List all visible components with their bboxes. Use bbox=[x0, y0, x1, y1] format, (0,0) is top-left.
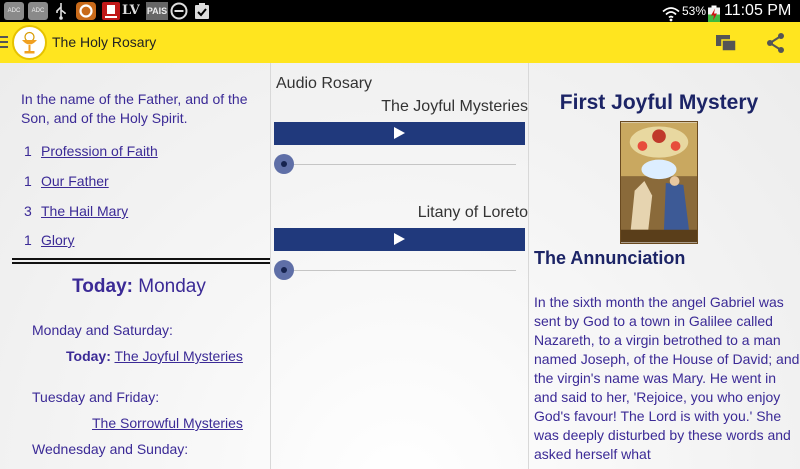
adc-notification-icon: ADC bbox=[4, 2, 24, 20]
prayer-item[interactable]: 1 Glory bbox=[24, 232, 74, 248]
prayer-item[interactable]: 3 The Hail Mary bbox=[24, 203, 128, 219]
schedule-days-label: Monday and Saturday: bbox=[32, 322, 173, 338]
play-button-joyful[interactable] bbox=[274, 122, 525, 145]
minus-circle-icon bbox=[170, 2, 188, 20]
prayers-panel: In the name of the Father, and of the So… bbox=[0, 63, 271, 469]
cast-screen-icon[interactable] bbox=[714, 31, 738, 55]
seek-thumb[interactable] bbox=[274, 260, 294, 280]
annunciation-painting bbox=[620, 121, 698, 244]
app-bar: The Holy Rosary bbox=[0, 22, 800, 63]
schedule-days-label: Tuesday and Friday: bbox=[32, 389, 160, 405]
track-title: The Joyful Mysteries bbox=[381, 98, 528, 115]
play-icon bbox=[394, 233, 405, 245]
sign-of-cross-text: In the name of the Father, and of the So… bbox=[21, 91, 248, 126]
audio-panel: Audio Rosary The Joyful Mysteries Litany… bbox=[271, 63, 528, 469]
schedule-mystery-line: The Sorrowful Mysteries bbox=[92, 415, 243, 431]
schedule-mystery-line: Today: The Joyful Mysteries bbox=[66, 348, 243, 364]
seek-track[interactable] bbox=[284, 164, 516, 165]
prayer-item[interactable]: 1 Our Father bbox=[24, 173, 109, 189]
sorrowful-mysteries-link[interactable]: The Sorrowful Mysteries bbox=[92, 415, 243, 431]
prayer-link-hail-mary[interactable]: The Hail Mary bbox=[41, 203, 128, 219]
a-circle-icon bbox=[76, 2, 96, 20]
prayer-item[interactable]: 1 Profession of Faith bbox=[24, 143, 158, 159]
play-icon bbox=[394, 127, 405, 139]
today-heading: Today: Monday bbox=[0, 276, 278, 298]
today-label: Today: bbox=[72, 276, 133, 297]
seek-track[interactable] bbox=[284, 270, 516, 271]
today-marker: Today: bbox=[66, 348, 111, 364]
prayer-count: 1 bbox=[24, 232, 32, 248]
adc-notification-icon-2: ADC bbox=[28, 2, 48, 20]
today-day: Monday bbox=[138, 276, 206, 297]
pais-icon: PAIS bbox=[146, 2, 168, 20]
clock: 11:05 PM bbox=[724, 2, 792, 19]
prayer-count: 1 bbox=[24, 173, 32, 189]
schedule-days-label: Wednesday and Sunday: bbox=[32, 441, 189, 457]
prayer-count: 1 bbox=[24, 143, 32, 159]
prayer-count: 3 bbox=[24, 203, 32, 219]
usb-icon bbox=[56, 3, 66, 20]
prayer-link-our-father[interactable]: Our Father bbox=[41, 173, 109, 189]
audio-heading: Audio Rosary bbox=[276, 75, 373, 92]
app-title: The Holy Rosary bbox=[52, 34, 157, 50]
section-divider bbox=[12, 258, 270, 264]
prayer-link-glory[interactable]: Glory bbox=[41, 232, 74, 248]
chalice-logo[interactable] bbox=[12, 25, 47, 60]
status-bar: ADC ADC LV PAIS 53% 11:05 PM bbox=[0, 0, 800, 23]
prayer-link-profession-of-faith[interactable]: Profession of Faith bbox=[41, 143, 158, 159]
mystery-scripture-text: In the sixth month the angel Gabriel was… bbox=[534, 294, 800, 462]
mystery-title: First Joyful Mystery bbox=[559, 91, 759, 114]
mystery-panel: First Joyful Mystery The Annunciation In… bbox=[528, 63, 800, 469]
seek-thumb[interactable] bbox=[274, 154, 294, 174]
mystery-subtitle: The Annunciation bbox=[534, 248, 686, 268]
share-icon[interactable] bbox=[764, 31, 788, 55]
battery-percent: 53% bbox=[682, 4, 707, 18]
news-icon bbox=[102, 2, 120, 20]
clipboard-check-icon bbox=[195, 3, 209, 19]
lv-icon: LV bbox=[122, 3, 140, 18]
joyful-mysteries-link[interactable]: The Joyful Mysteries bbox=[115, 348, 243, 364]
play-button-litany[interactable] bbox=[274, 228, 525, 251]
track-title: Litany of Loreto bbox=[417, 204, 528, 221]
menu-icon[interactable] bbox=[0, 36, 8, 48]
